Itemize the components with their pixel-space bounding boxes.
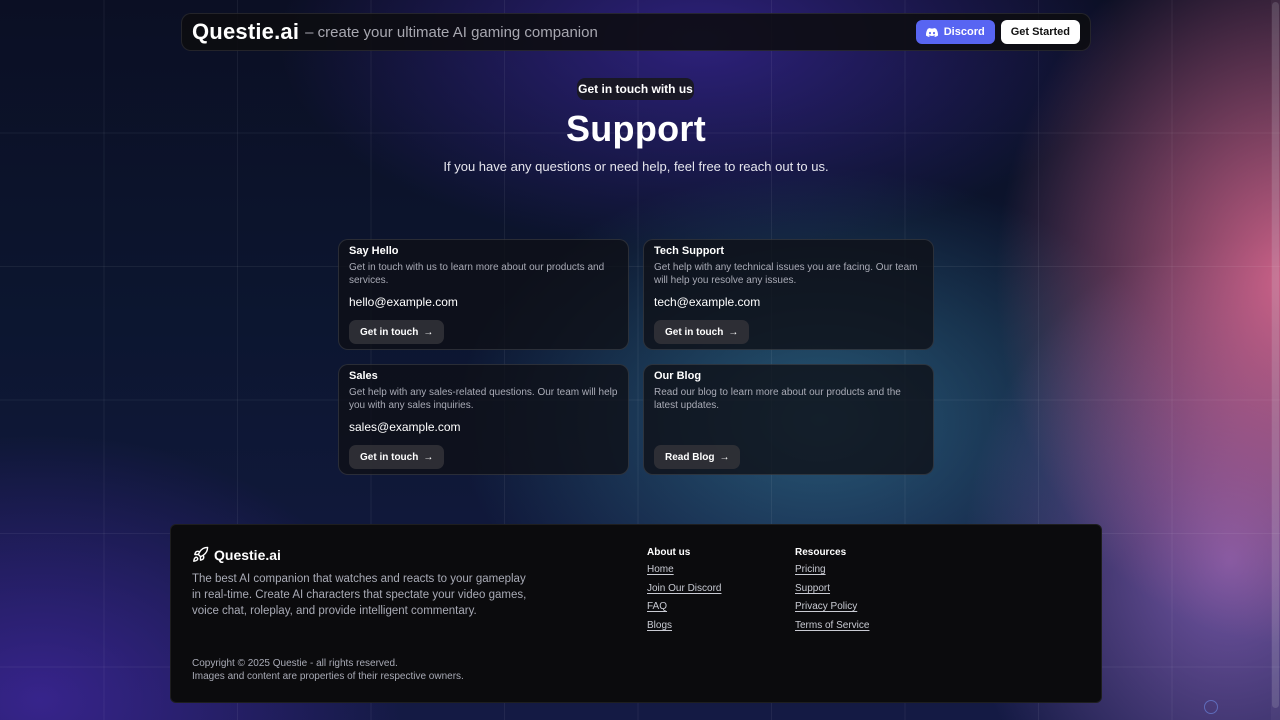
scrollbar-thumb[interactable] <box>1272 2 1279 708</box>
footer-link-faq[interactable]: FAQ <box>647 601 721 614</box>
button-label: Get in touch <box>360 451 419 463</box>
button-label: Get in touch <box>665 326 724 338</box>
brand-tagline: – create your ultimate AI gaming compani… <box>305 23 598 41</box>
read-blog-button[interactable]: Read Blog → <box>654 445 741 469</box>
button-label: Read Blog <box>665 451 715 463</box>
get-started-button[interactable]: Get Started <box>1000 20 1080 44</box>
footer-brand[interactable]: Questie.ai <box>192 546 281 563</box>
chat-widget-icon[interactable] <box>1204 700 1218 714</box>
footer-description: The best AI companion that watches and r… <box>192 573 527 617</box>
footer-brand-label: Questie.ai <box>214 546 281 563</box>
button-label: Get in touch <box>360 326 419 338</box>
footer-about-column: About us Home Join Our Discord FAQ Blogs <box>647 547 721 638</box>
footer-resources-column: Resources Pricing Support Privacy Policy… <box>795 547 869 638</box>
card-title: Our Blog <box>654 370 702 382</box>
card-title: Say Hello <box>349 245 399 257</box>
footer-link-support[interactable]: Support <box>795 583 869 596</box>
site-footer: Questie.ai The best AI companion that wa… <box>170 524 1102 703</box>
footer-link-home[interactable]: Home <box>647 564 721 577</box>
discord-button[interactable]: Discord <box>915 20 995 44</box>
footer-link-join-discord[interactable]: Join Our Discord <box>647 583 721 596</box>
card-title: Tech Support <box>654 245 725 257</box>
section-pill: Get in touch with us <box>577 78 694 100</box>
copyright-text: Copyright © 2025 Questie - all rights re… <box>192 658 398 669</box>
card-email[interactable]: hello@example.com <box>349 295 618 309</box>
content-notice: Images and content are properties of the… <box>192 671 464 682</box>
top-navbar: Questie.ai – create your ultimate AI gam… <box>181 13 1091 51</box>
card-our-blog: Our Blog Read our blog to learn more abo… <box>643 364 934 475</box>
footer-link-blogs[interactable]: Blogs <box>647 620 721 633</box>
card-email[interactable]: sales@example.com <box>349 420 618 434</box>
discord-button-label: Discord <box>943 26 985 38</box>
footer-link-terms-of-service[interactable]: Terms of Service <box>795 620 869 633</box>
brand-logo[interactable]: Questie.ai <box>192 19 299 45</box>
page-title: Support <box>565 108 707 149</box>
arrow-right-icon: → <box>719 451 730 463</box>
get-in-touch-button[interactable]: Get in touch → <box>349 320 445 344</box>
arrow-right-icon: → <box>423 451 434 463</box>
footer-copyright: Copyright © 2025 Questie - all rights re… <box>192 657 464 683</box>
card-tech-support: Tech Support Get help with any technical… <box>643 239 934 350</box>
card-description: Get help with any sales-related question… <box>349 387 618 411</box>
arrow-right-icon: → <box>423 326 434 338</box>
footer-link-privacy-policy[interactable]: Privacy Policy <box>795 601 869 614</box>
rocket-icon <box>193 546 209 562</box>
get-in-touch-button[interactable]: Get in touch → <box>654 320 750 344</box>
page-subtitle: If you have any questions or need help, … <box>443 159 829 174</box>
card-description: Read our blog to learn more about our pr… <box>654 387 901 411</box>
page-scrollbar[interactable] <box>1271 0 1280 720</box>
card-say-hello: Say Hello Get in touch with us to learn … <box>338 239 629 350</box>
card-title: Sales <box>349 370 378 382</box>
arrow-right-icon: → <box>728 326 739 338</box>
footer-about-heading: About us <box>647 547 691 558</box>
card-description: Get help with any technical issues you a… <box>654 262 918 286</box>
footer-resources-heading: Resources <box>795 547 847 558</box>
card-sales: Sales Get help with any sales-related qu… <box>338 364 629 475</box>
get-in-touch-button[interactable]: Get in touch → <box>349 445 445 469</box>
footer-link-pricing[interactable]: Pricing <box>795 564 869 577</box>
discord-icon <box>925 27 938 37</box>
card-description: Get in touch with us to learn more about… <box>349 262 605 286</box>
card-email[interactable]: tech@example.com <box>654 295 923 309</box>
